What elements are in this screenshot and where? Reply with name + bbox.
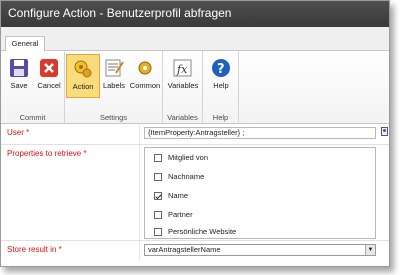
svg-text:?: ? xyxy=(217,62,225,77)
action-label: Action xyxy=(72,82,94,91)
ribbon-group-settings: Action Labels Common Settings xyxy=(65,51,163,124)
function-icon: fx xyxy=(173,59,192,77)
user-input[interactable]: {ItemProperty:Antragsteller} ; xyxy=(144,127,376,139)
variables-button[interactable]: fx Variables xyxy=(166,54,200,98)
property-item[interactable]: Name xyxy=(154,191,188,203)
ribbon: Save Cancel Commit Action Labels Common … xyxy=(1,51,389,124)
common-button[interactable]: Common xyxy=(128,54,162,98)
property-label: Mitglied von xyxy=(168,153,209,162)
column-separator xyxy=(139,145,140,240)
labels-label: Labels xyxy=(102,81,126,90)
column-separator xyxy=(139,125,140,144)
property-item[interactable]: Persönliche Website xyxy=(154,227,236,239)
properties-row: Properties to retrieve * Mitglied von Na… xyxy=(1,145,389,241)
window-title: Configure Action - Benutzerprofil abfrag… xyxy=(1,1,389,27)
configure-action-dialog: Configure Action - Benutzerprofil abfrag… xyxy=(0,0,390,267)
save-label: Save xyxy=(10,81,28,90)
ribbon-group-commit-label: Commit xyxy=(19,113,46,122)
property-label: Persönliche Website xyxy=(168,227,237,236)
chevron-down-icon[interactable]: ▼ xyxy=(365,245,375,255)
cancel-icon xyxy=(40,59,58,77)
ribbon-group-variables: fx Variables Variables xyxy=(163,51,203,124)
help-button[interactable]: ? Help xyxy=(204,54,238,98)
common-label: Common xyxy=(129,81,161,90)
action-icon xyxy=(74,60,92,78)
help-label: Help xyxy=(213,81,229,90)
property-checkbox[interactable] xyxy=(154,173,162,182)
ribbon-group-commit: Save Cancel Commit xyxy=(1,51,65,124)
cancel-label: Cancel xyxy=(37,81,61,90)
property-checkbox[interactable] xyxy=(154,228,162,237)
property-checkbox[interactable] xyxy=(154,192,162,201)
store-label: Store result in * xyxy=(7,245,62,254)
property-item[interactable]: Mitglied von xyxy=(154,153,208,165)
labels-button[interactable]: Labels xyxy=(97,54,131,98)
svg-text:fx: fx xyxy=(176,63,188,76)
ribbon-group-variables-label: Variables xyxy=(167,113,198,122)
store-row: Store result in * varAntragstellerName ▼ xyxy=(1,241,389,261)
cancel-button[interactable]: Cancel xyxy=(32,54,66,98)
property-checkbox[interactable] xyxy=(154,211,162,220)
save-icon xyxy=(10,59,28,77)
labels-icon xyxy=(105,59,124,77)
store-result-select[interactable]: varAntragstellerName ▼ xyxy=(144,244,376,256)
save-button[interactable]: Save xyxy=(2,54,36,98)
store-result-value: varAntragstellerName xyxy=(148,245,221,254)
ribbon-group-help: ? Help Help xyxy=(203,51,239,124)
variables-label: Variables xyxy=(167,81,199,90)
properties-listbox[interactable]: Mitglied von Nachname Name Partner Persö… xyxy=(144,147,376,239)
ribbon-group-settings-label: Settings xyxy=(99,113,128,122)
address-book-icon[interactable] xyxy=(381,127,389,136)
property-checkbox[interactable] xyxy=(154,154,162,163)
ribbon-group-help-label: Help xyxy=(212,113,229,122)
action-button[interactable]: Action xyxy=(66,54,100,98)
property-item[interactable]: Partner xyxy=(154,210,193,222)
property-label: Partner xyxy=(168,210,193,219)
user-label: User * xyxy=(7,128,30,137)
help-icon: ? xyxy=(212,59,230,77)
common-icon xyxy=(138,61,152,75)
tab-general[interactable]: General xyxy=(5,36,45,52)
column-separator xyxy=(139,241,140,261)
ribbon-tabstrip: General xyxy=(1,27,389,52)
property-item[interactable]: Nachname xyxy=(154,172,204,184)
property-label: Nachname xyxy=(168,172,205,181)
property-label: Name xyxy=(168,191,189,200)
user-row: User * {ItemProperty:Antragsteller} ; xyxy=(1,125,389,145)
properties-label: Properties to retrieve * xyxy=(7,149,87,158)
